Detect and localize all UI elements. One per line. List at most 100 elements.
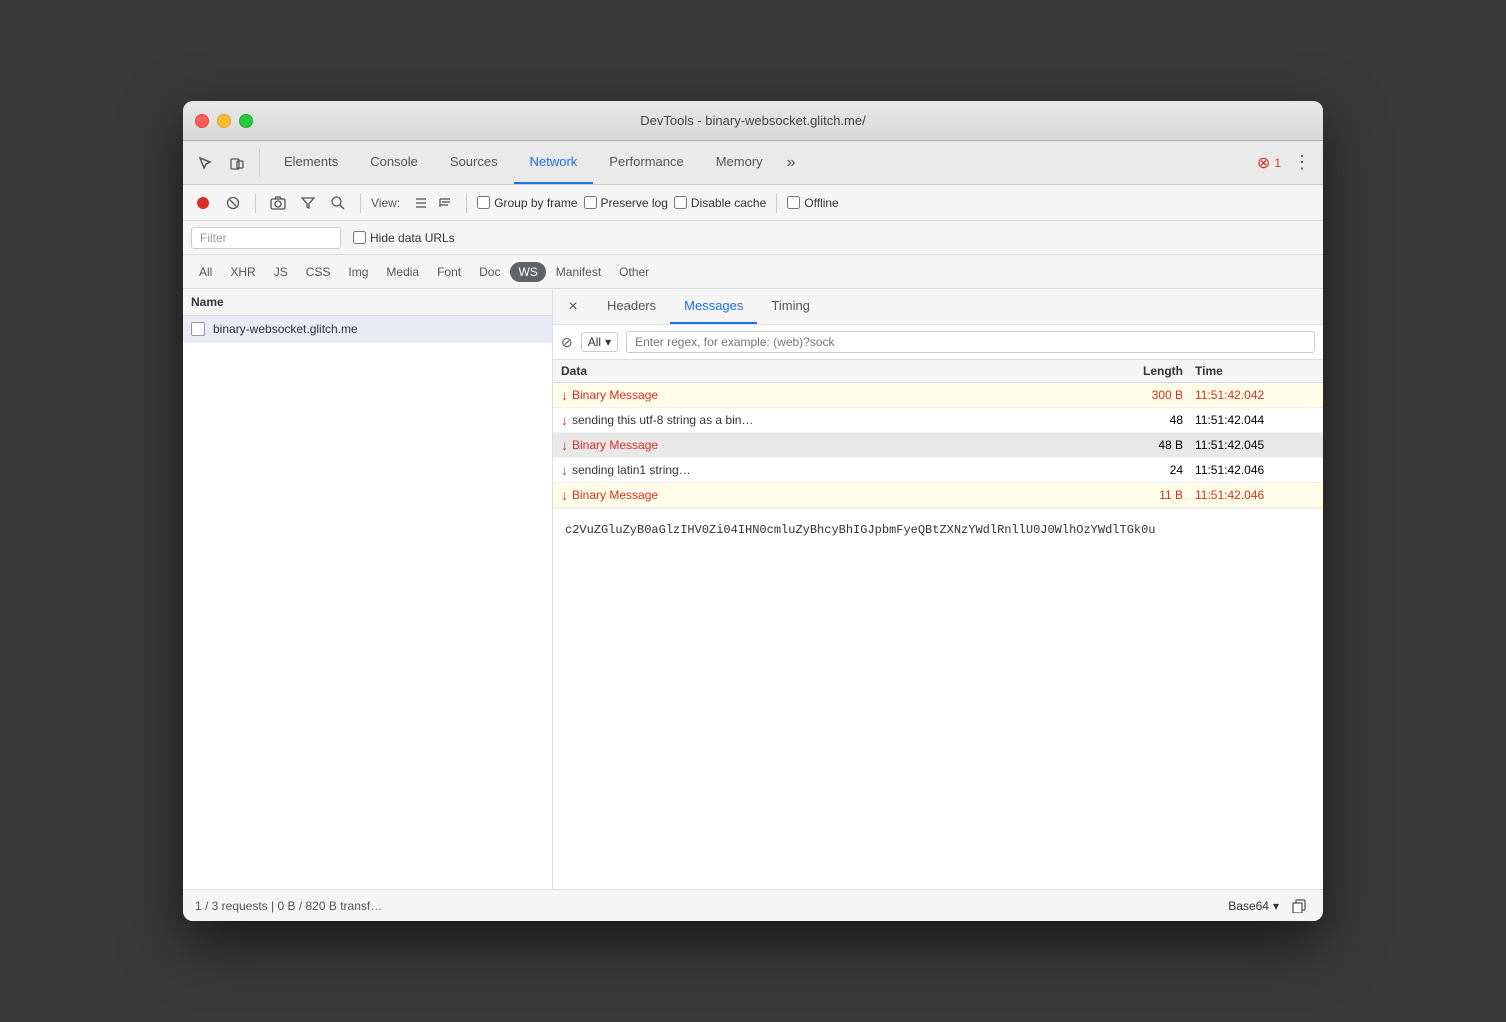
type-tab-all[interactable]: All (191, 262, 220, 282)
view-label: View: (371, 196, 400, 210)
tab-sources[interactable]: Sources (434, 141, 514, 184)
detail-tab-messages[interactable]: Messages (670, 289, 757, 324)
tab-memory[interactable]: Memory (700, 141, 779, 184)
request-item[interactable]: binary-websocket.glitch.me (183, 316, 552, 343)
message-data: sending this utf-8 string as a bin… (572, 413, 1095, 427)
devtools-window: DevTools - binary-websocket.glitch.me/ (183, 101, 1323, 921)
copy-button[interactable] (1287, 894, 1311, 918)
list-view-button[interactable] (410, 192, 432, 214)
error-icon: ⊗ (1257, 153, 1270, 173)
message-row[interactable]: ↓ Binary Message 48 B 11:51:42.045 (553, 433, 1323, 458)
dropdown-icon: ▾ (605, 335, 611, 349)
tab-network[interactable]: Network (514, 141, 594, 184)
error-badge[interactable]: ⊗ 1 (1257, 153, 1281, 173)
decoded-content: c2VuZGluZyB0aGlzIHV0Zi04IHN0cmluZyBhcyBh… (553, 508, 1323, 551)
hide-data-urls-checkbox[interactable]: Hide data URLs (353, 231, 455, 245)
requests-panel: Name binary-websocket.glitch.me (183, 289, 553, 889)
type-tab-js[interactable]: JS (266, 262, 296, 282)
message-length: 300 B (1095, 388, 1195, 402)
filter-button[interactable] (296, 191, 320, 215)
nav-right: ⊗ 1 ⋮ (1257, 148, 1315, 177)
arrow-icon: ↓ (561, 487, 568, 503)
regex-filter-input[interactable] (626, 331, 1315, 353)
tab-performance[interactable]: Performance (593, 141, 699, 184)
type-tab-img[interactable]: Img (340, 262, 376, 282)
type-tab-other[interactable]: Other (611, 262, 657, 282)
nav-bar: Elements Console Sources Network Perform… (183, 141, 1323, 185)
requests-header: Name (183, 289, 552, 316)
detail-close-button[interactable]: × (561, 295, 585, 319)
arrow-icon: ↓ (561, 437, 568, 453)
close-button[interactable] (195, 114, 209, 128)
waterfall-view-button[interactable] (434, 192, 456, 214)
window-title: DevTools - binary-websocket.glitch.me/ (640, 113, 865, 128)
maximize-button[interactable] (239, 114, 253, 128)
arrow-icon: ↓ (561, 412, 568, 428)
tab-console[interactable]: Console (354, 141, 434, 184)
error-count: 1 (1274, 156, 1281, 170)
request-checkbox (191, 322, 205, 336)
message-data: Binary Message (572, 438, 1095, 452)
type-tab-doc[interactable]: Doc (471, 262, 508, 282)
message-time: 11:51:42.045 (1195, 438, 1315, 452)
inspect-icon[interactable] (191, 149, 219, 177)
message-length: 11 B (1095, 488, 1195, 502)
device-toolbar-icon[interactable] (223, 149, 251, 177)
group-by-frame-checkbox[interactable]: Group by frame (477, 196, 577, 210)
filter-input[interactable] (191, 227, 341, 249)
message-row[interactable]: ↓ sending latin1 string… 24 11:51:42.046 (553, 458, 1323, 483)
main-content: Name binary-websocket.glitch.me × Header… (183, 289, 1323, 889)
message-length: 24 (1095, 463, 1195, 477)
separator-1 (255, 193, 256, 213)
search-button[interactable] (326, 191, 350, 215)
message-length: 48 (1095, 413, 1195, 427)
preserve-log-checkbox[interactable]: Preserve log (584, 196, 668, 210)
type-tab-font[interactable]: Font (429, 262, 469, 282)
separator-4 (776, 193, 777, 213)
clear-button[interactable] (221, 191, 245, 215)
type-tab-ws[interactable]: WS (510, 262, 545, 282)
tab-elements[interactable]: Elements (268, 141, 354, 184)
camera-button[interactable] (266, 191, 290, 215)
detail-tab-headers[interactable]: Headers (593, 289, 670, 324)
filter-bar: Hide data URLs (183, 221, 1323, 255)
encoding-select[interactable]: Base64 ▾ (1228, 899, 1279, 913)
type-tab-manifest[interactable]: Manifest (548, 262, 609, 282)
minimize-button[interactable] (217, 114, 231, 128)
traffic-lights (195, 114, 253, 128)
offline-checkbox[interactable]: Offline (787, 196, 838, 210)
message-time: 11:51:42.046 (1195, 488, 1315, 502)
arrow-icon: ↓ (561, 462, 568, 478)
dropdown-icon: ▾ (1273, 899, 1279, 913)
direction-filter[interactable]: All ▾ (581, 332, 618, 352)
detail-panel: × Headers Messages Timing ⊘ All (553, 289, 1323, 889)
settings-menu-button[interactable]: ⋮ (1289, 148, 1315, 177)
status-text: 1 / 3 requests | 0 B / 820 B transf… (195, 899, 382, 913)
messages-table-header: Data Length Time (553, 360, 1323, 383)
requests-list: binary-websocket.glitch.me (183, 316, 552, 889)
separator-3 (466, 193, 467, 213)
view-buttons (410, 192, 456, 214)
type-filter-tabs: All XHR JS CSS Img Media Font Doc (183, 255, 1323, 289)
more-tabs-button[interactable]: » (779, 141, 804, 184)
type-tab-css[interactable]: CSS (298, 262, 339, 282)
message-time: 11:51:42.044 (1195, 413, 1315, 427)
disable-cache-checkbox[interactable]: Disable cache (674, 196, 766, 210)
record-button[interactable] (191, 191, 215, 215)
message-row[interactable]: ↓ Binary Message 11 B 11:51:42.046 (553, 483, 1323, 508)
detail-tabs: × Headers Messages Timing (553, 289, 1323, 325)
message-data: sending latin1 string… (572, 463, 1095, 477)
message-row[interactable]: ↓ sending this utf-8 string as a bin… 48… (553, 408, 1323, 433)
messages-filter: ⊘ All ▾ (553, 325, 1323, 360)
type-tab-xhr[interactable]: XHR (222, 262, 263, 282)
message-data: Binary Message (572, 488, 1095, 502)
status-right: Base64 ▾ (1228, 894, 1311, 918)
detail-tab-timing[interactable]: Timing (757, 289, 824, 324)
nav-tabs: Elements Console Sources Network Perform… (268, 141, 804, 184)
devtools-body: Elements Console Sources Network Perform… (183, 141, 1323, 921)
arrow-icon: ↓ (561, 387, 568, 403)
type-tab-media[interactable]: Media (378, 262, 427, 282)
titlebar: DevTools - binary-websocket.glitch.me/ (183, 101, 1323, 141)
message-row[interactable]: ↓ Binary Message 300 B 11:51:42.042 (553, 383, 1323, 408)
message-data: Binary Message (572, 388, 1095, 402)
